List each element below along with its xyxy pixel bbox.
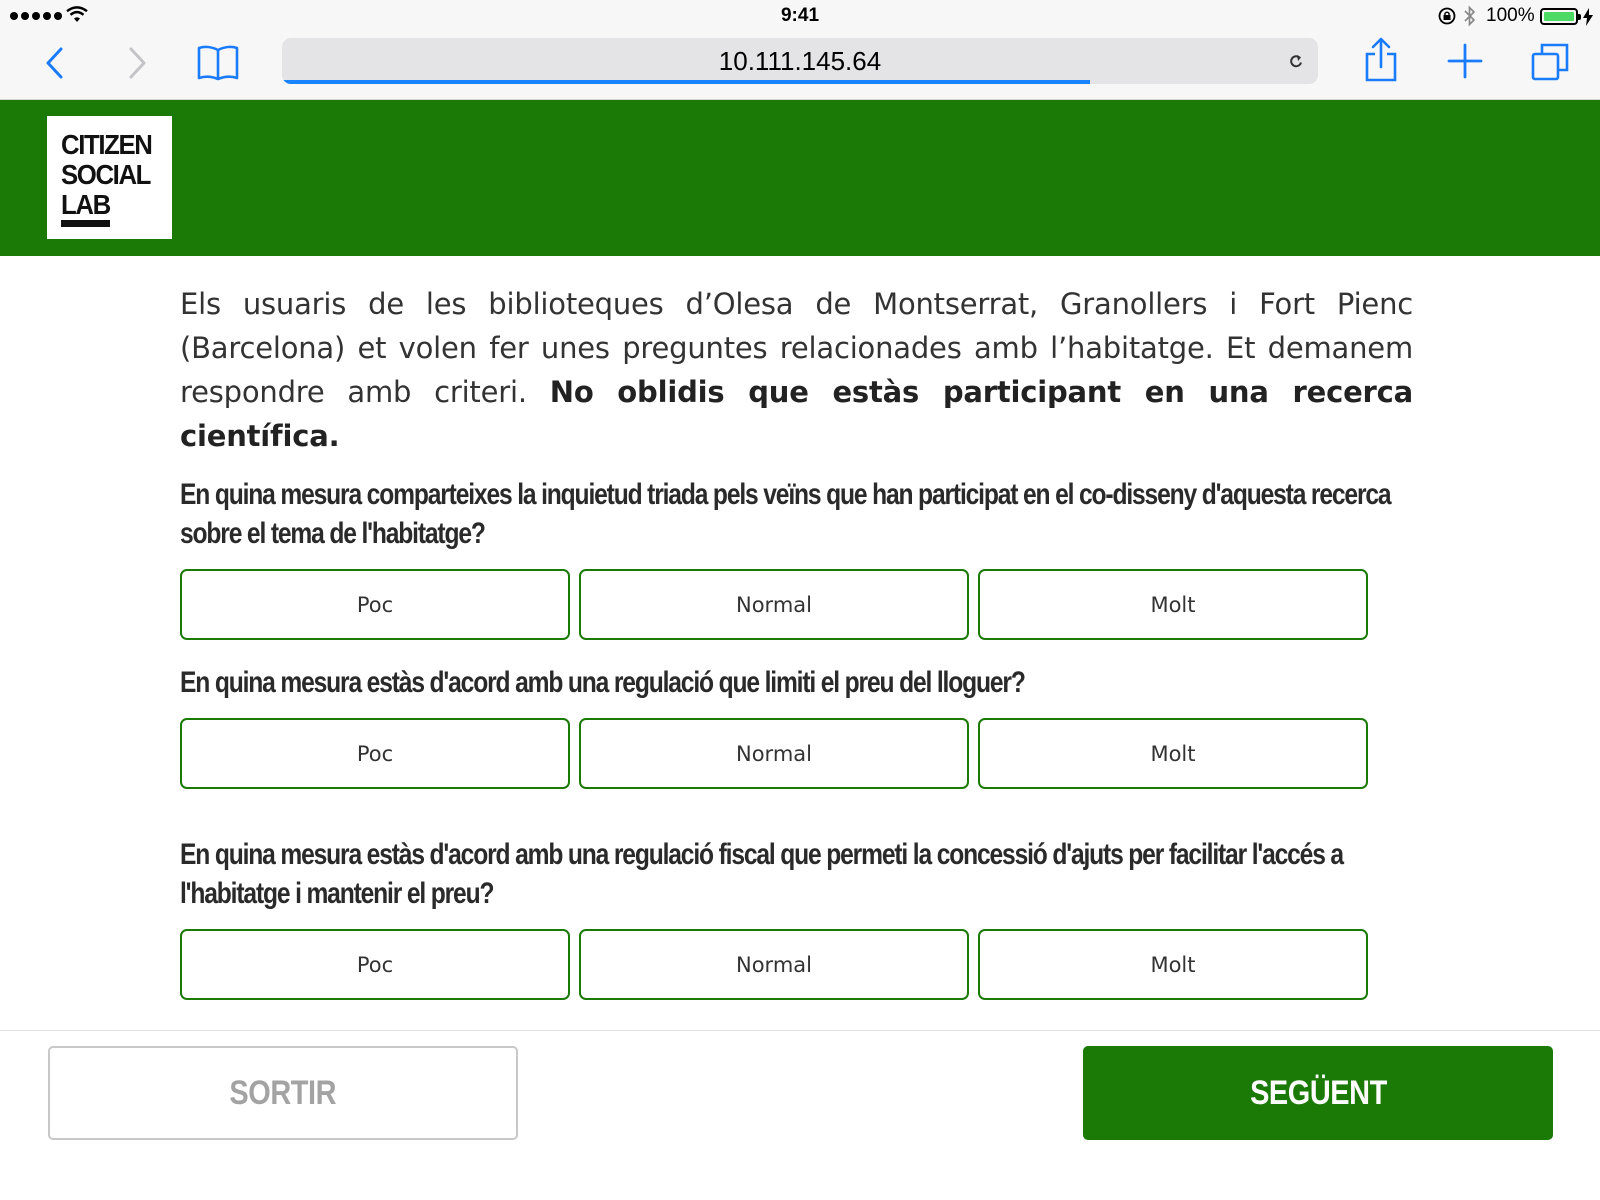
option-molt[interactable]: Molt (978, 718, 1368, 789)
option-poc[interactable]: Poc (180, 569, 570, 640)
next-button-label: SEGÜENT (1249, 1073, 1387, 1112)
site-header: CITIZEN SOCIAL LAB (0, 100, 1600, 256)
status-time: 9:41 (780, 5, 820, 26)
bookmarks-book-icon[interactable] (196, 44, 240, 82)
status-bar: 9:41 100% (0, 0, 1600, 32)
battery-percent: 100% (1486, 5, 1535, 26)
charging-bolt-icon (1583, 8, 1593, 26)
question-1-text: En quina mesura comparteixes la inquietu… (180, 478, 1392, 550)
question-1-options: Poc Normal Molt (180, 569, 1368, 640)
rotation-lock-icon (1438, 7, 1456, 25)
tabs-icon[interactable] (1530, 42, 1570, 82)
question-3-options: Poc Normal Molt (180, 929, 1368, 1000)
citizen-social-lab-logo[interactable]: CITIZEN SOCIAL LAB (47, 116, 172, 239)
option-normal[interactable]: Normal (579, 718, 969, 789)
bluetooth-icon (1464, 5, 1476, 27)
page-load-progress (282, 80, 1091, 84)
question-2-options: Poc Normal Molt (180, 718, 1368, 789)
logo-line: SOCIAL (61, 159, 151, 190)
question-3-text: En quina mesura estàs d'acord amb una re… (180, 838, 1344, 910)
logo-line: LAB (61, 189, 111, 220)
option-poc[interactable]: Poc (180, 718, 570, 789)
forward-chevron-icon[interactable] (126, 46, 148, 80)
reload-icon[interactable] (1286, 51, 1306, 71)
option-poc[interactable]: Poc (180, 929, 570, 1000)
option-molt[interactable]: Molt (978, 569, 1368, 640)
exit-button-label: SORTIR (229, 1073, 337, 1112)
option-normal[interactable]: Normal (579, 569, 969, 640)
new-tab-plus-icon[interactable] (1447, 43, 1483, 79)
logo-line: CITIZEN (61, 129, 153, 160)
option-normal[interactable]: Normal (579, 929, 969, 1000)
battery-icon (1540, 8, 1581, 25)
exit-button[interactable]: SORTIR (48, 1046, 518, 1140)
address-bar[interactable]: 10.111.145.64 (282, 38, 1318, 84)
back-chevron-icon[interactable] (44, 46, 66, 80)
footer-bar: SORTIR SEGÜENT (0, 1030, 1600, 1200)
logo-underline (61, 220, 110, 227)
browser-toolbar: 10.111.145.64 (0, 32, 1600, 100)
question-2-text: En quina mesura estàs d'acord amb una re… (180, 666, 1026, 699)
option-molt[interactable]: Molt (978, 929, 1368, 1000)
next-button[interactable]: SEGÜENT (1083, 1046, 1553, 1140)
intro-paragraph: Els usuaris de les biblioteques d’Olesa … (180, 282, 1413, 458)
share-icon[interactable] (1364, 36, 1398, 82)
url-text: 10.111.145.64 (718, 46, 882, 76)
